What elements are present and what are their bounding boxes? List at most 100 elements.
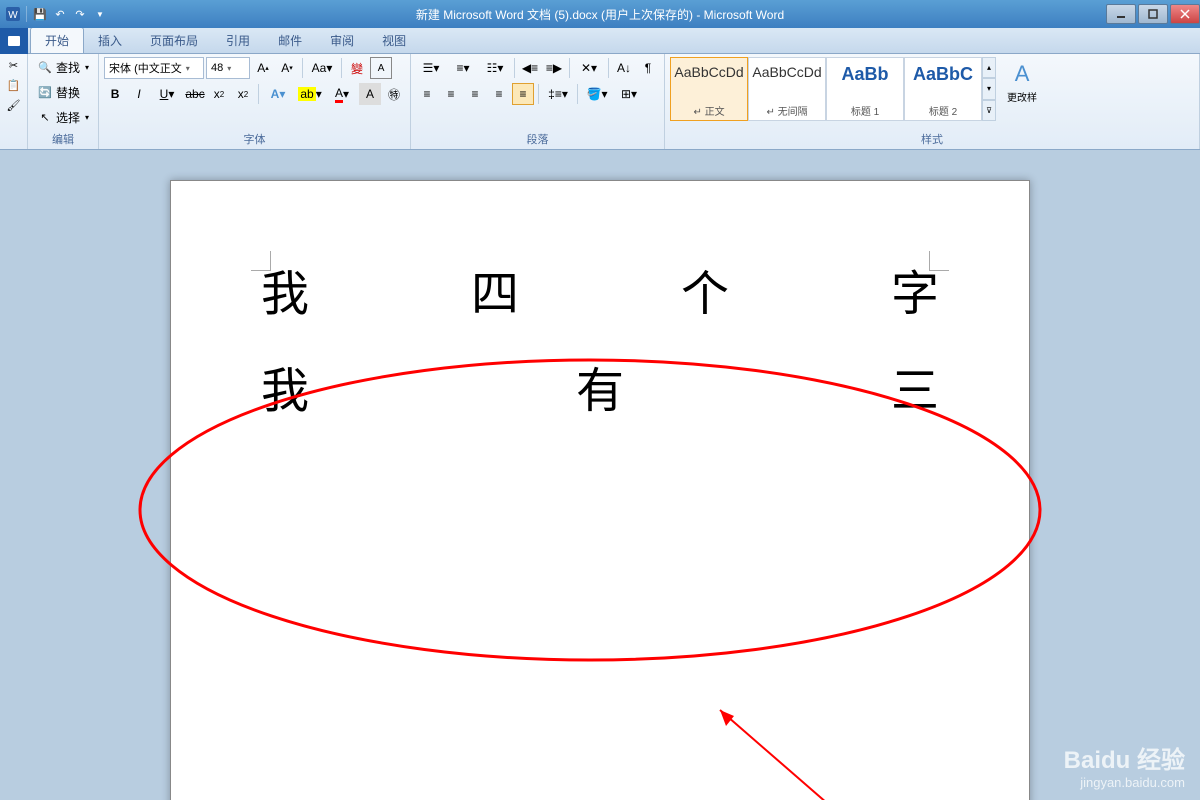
chevron-down-icon: ▾ xyxy=(186,64,190,73)
margin-corner xyxy=(251,251,271,271)
format-painter-icon[interactable]: 🖌 xyxy=(6,97,22,113)
find-label: 查找 xyxy=(56,59,80,76)
style-preview: AaBbC xyxy=(913,64,973,85)
document-area[interactable]: 我 四 个 字 我 有 三 Baidu 经验 jingyan.baidu.com xyxy=(0,150,1200,800)
scroll-up-button[interactable]: ▴ xyxy=(982,57,996,78)
change-case-button[interactable]: Aa▾ xyxy=(307,57,337,79)
borders-button[interactable]: ⊞▾ xyxy=(614,83,644,105)
justify-button[interactable]: ≡ xyxy=(488,83,510,105)
line-spacing-button[interactable]: ‡≡▾ xyxy=(543,83,573,105)
expand-gallery-button[interactable]: ⊽ xyxy=(982,100,996,121)
style-preview: AaBbCcDd xyxy=(674,64,743,80)
separator xyxy=(341,58,342,78)
align-center-button[interactable]: ≡ xyxy=(440,83,462,105)
tab-view[interactable]: 视图 xyxy=(368,28,420,53)
redo-icon[interactable]: ↷ xyxy=(71,5,89,23)
highlight-button[interactable]: ab▾ xyxy=(295,83,325,105)
styles-group: AaBbCcDd ↵ 正文 AaBbCcDd ↵ 无间隔 AaBb 标题 1 A… xyxy=(665,54,1200,149)
tab-mail[interactable]: 邮件 xyxy=(264,28,316,53)
cut-icon[interactable]: ✂ xyxy=(6,57,22,73)
enclose-char-button[interactable]: ㊕ xyxy=(383,83,405,105)
style-heading1[interactable]: AaBb 标题 1 xyxy=(826,57,904,121)
styles-group-label: 样式 xyxy=(670,129,1194,147)
tab-start[interactable]: 开始 xyxy=(30,27,84,53)
italic-button[interactable]: I xyxy=(128,83,150,105)
ribbon: ✂ 📋 🖌 🔍查找▾ 🔄替换 ↖选择▾ 编辑 宋体 (中文正文 ▾ 48▾ A▴ … xyxy=(0,54,1200,150)
window-title: 新建 Microsoft Word 文档 (5).docx (用户上次保存的) … xyxy=(416,6,784,23)
save-icon[interactable]: 💾 xyxy=(31,5,49,23)
styles-gallery: AaBbCcDd ↵ 正文 AaBbCcDd ↵ 无间隔 AaBb 标题 1 A… xyxy=(670,57,996,121)
align-right-button[interactable]: ≡ xyxy=(464,83,486,105)
numbering-button[interactable]: ≡▾ xyxy=(448,57,478,79)
style-name: 标题 2 xyxy=(929,103,957,118)
binoculars-icon: 🔍 xyxy=(37,60,53,76)
subscript-button[interactable]: x2 xyxy=(208,83,230,105)
document-line-2[interactable]: 我 有 三 xyxy=(261,358,939,425)
tab-references[interactable]: 引用 xyxy=(212,28,264,53)
tab-layout[interactable]: 页面布局 xyxy=(136,28,212,53)
style-name: 标题 1 xyxy=(851,103,879,118)
char-border-button[interactable]: A xyxy=(370,57,392,79)
strikethrough-button[interactable]: abc xyxy=(184,83,206,105)
scroll-down-button[interactable]: ▾ xyxy=(982,78,996,99)
style-name: ↵ 无间隔 xyxy=(766,103,807,118)
font-size: 48 xyxy=(211,62,223,74)
svg-text:W: W xyxy=(8,10,18,21)
qat-dropdown-icon[interactable]: ▼ xyxy=(91,5,109,23)
select-button[interactable]: ↖选择▾ xyxy=(33,107,93,128)
cursor-icon: ↖ xyxy=(37,110,53,126)
separator xyxy=(258,84,259,104)
find-button[interactable]: 🔍查找▾ xyxy=(33,57,93,78)
replace-label: 替换 xyxy=(56,84,80,101)
replace-icon: 🔄 xyxy=(37,85,53,101)
asian-layout-button[interactable]: ✕▾ xyxy=(574,57,604,79)
font-size-combo[interactable]: 48▾ xyxy=(206,57,250,79)
decrease-indent-button[interactable]: ◀≡ xyxy=(519,57,541,79)
char-shading-button[interactable]: A xyxy=(359,83,381,105)
undo-icon[interactable]: ↶ xyxy=(51,5,69,23)
minimize-button[interactable] xyxy=(1106,4,1136,24)
bold-button[interactable]: B xyxy=(104,83,126,105)
copy-icon[interactable]: 📋 xyxy=(6,77,22,93)
font-name-combo[interactable]: 宋体 (中文正文 ▾ xyxy=(104,57,204,79)
align-left-button[interactable]: ≡ xyxy=(416,83,438,105)
underline-button[interactable]: U▾ xyxy=(152,83,182,105)
paragraph-group-label: 段落 xyxy=(416,129,659,147)
font-name: 宋体 (中文正文 xyxy=(109,60,182,76)
document-line-1[interactable]: 我 四 个 字 xyxy=(261,261,939,328)
margin-corner xyxy=(929,251,949,271)
bullets-button[interactable]: ☰▾ xyxy=(416,57,446,79)
shading-button[interactable]: 🪣▾ xyxy=(582,83,612,105)
tab-review[interactable]: 审阅 xyxy=(316,28,368,53)
page-content[interactable]: 我 四 个 字 我 有 三 xyxy=(171,181,1029,535)
char: 三 xyxy=(891,358,939,425)
tab-insert[interactable]: 插入 xyxy=(84,28,136,53)
superscript-button[interactable]: x2 xyxy=(232,83,254,105)
style-normal[interactable]: AaBbCcDd ↵ 正文 xyxy=(670,57,748,121)
page[interactable]: 我 四 个 字 我 有 三 xyxy=(170,180,1030,800)
replace-button[interactable]: 🔄替换 xyxy=(33,82,93,103)
change-styles-label: 更改样 xyxy=(1007,89,1037,104)
char: 我 xyxy=(261,261,309,328)
increase-indent-button[interactable]: ≡▶ xyxy=(543,57,565,79)
grow-font-button[interactable]: A▴ xyxy=(252,57,274,79)
font-color-button[interactable]: A▾ xyxy=(327,83,357,105)
font-group-label: 字体 xyxy=(104,129,405,147)
style-heading2[interactable]: AaBbC 标题 2 xyxy=(904,57,982,121)
change-styles-button[interactable]: A 更改样 xyxy=(998,57,1046,108)
file-tab[interactable] xyxy=(0,28,28,54)
editing-group: 🔍查找▾ 🔄替换 ↖选择▾ 编辑 xyxy=(28,54,99,149)
quick-access-toolbar: W 💾 ↶ ↷ ▼ xyxy=(0,5,113,23)
phonetic-guide-button[interactable]: 變 xyxy=(346,57,368,79)
distribute-button[interactable]: ≡ xyxy=(512,83,534,105)
font-group: 宋体 (中文正文 ▾ 48▾ A▴ A▾ Aa▾ 變 A B I U▾ abc x… xyxy=(99,54,411,149)
close-button[interactable] xyxy=(1170,4,1200,24)
shrink-font-button[interactable]: A▾ xyxy=(276,57,298,79)
text-effects-button[interactable]: A▾ xyxy=(263,83,293,105)
style-nospacing[interactable]: AaBbCcDd ↵ 无间隔 xyxy=(748,57,826,121)
sort-button[interactable]: A↓ xyxy=(613,57,635,79)
show-marks-button[interactable]: ¶ xyxy=(637,57,659,79)
maximize-button[interactable] xyxy=(1138,4,1168,24)
multilevel-button[interactable]: ☷▾ xyxy=(480,57,510,79)
char: 有 xyxy=(576,358,624,425)
